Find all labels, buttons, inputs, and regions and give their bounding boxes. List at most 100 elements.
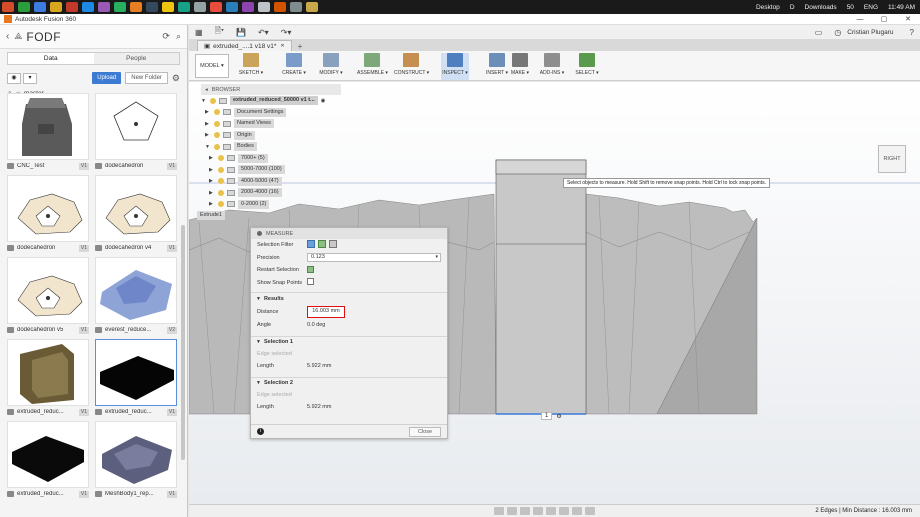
file-thumbnail[interactable] bbox=[7, 93, 89, 160]
snap-points-checkbox[interactable] bbox=[307, 278, 314, 286]
look-at-icon[interactable] bbox=[507, 507, 517, 515]
taskbar-app-icon[interactable] bbox=[146, 2, 158, 12]
version-badge[interactable]: V1 bbox=[166, 490, 177, 498]
help-icon[interactable]: ? bbox=[910, 28, 914, 37]
ribbon-add-ins-button[interactable]: ADD-INS ▾ bbox=[539, 53, 565, 80]
browser-extrude[interactable]: Extrude1 bbox=[197, 210, 341, 222]
fit-icon[interactable] bbox=[546, 507, 556, 515]
section-triangle-icon[interactable]: ▼ bbox=[256, 339, 261, 345]
visibility-bulb-icon[interactable] bbox=[210, 97, 216, 104]
browser-root[interactable]: ▼ extruded_reduced_50000 v1 t... ◉ bbox=[201, 95, 341, 107]
save-icon[interactable]: 💾 bbox=[236, 28, 246, 37]
tab-people[interactable]: People bbox=[93, 53, 179, 64]
zoom-icon[interactable] bbox=[533, 507, 543, 515]
file-thumbnail[interactable] bbox=[95, 339, 177, 406]
file-card[interactable]: dodecahedron v4 V1 bbox=[95, 175, 177, 255]
visibility-bulb-icon[interactable] bbox=[218, 178, 224, 185]
ribbon-insert-button[interactable]: INSERT ▾ bbox=[484, 53, 510, 80]
view-toggle-icon[interactable]: ◉ bbox=[7, 72, 21, 84]
browser-item[interactable]: ▶ Origin bbox=[201, 130, 341, 142]
new-folder-button[interactable]: New Folder bbox=[125, 72, 168, 84]
expand-triangle-icon[interactable]: ▶ bbox=[209, 178, 215, 184]
expand-triangle-icon[interactable]: ▶ bbox=[209, 190, 215, 196]
taskbar-app-icon[interactable] bbox=[98, 2, 110, 12]
file-thumbnail[interactable] bbox=[7, 257, 89, 324]
file-card[interactable]: everest_reduce... V2 bbox=[95, 257, 177, 337]
file-card[interactable]: extruded_reduc... V1 bbox=[7, 339, 89, 419]
data-panel-scrollbar[interactable] bbox=[181, 225, 185, 460]
pan-icon[interactable] bbox=[520, 507, 530, 515]
taskbar-app-icon[interactable] bbox=[306, 2, 318, 12]
taskbar-downloads[interactable]: Downloads bbox=[805, 4, 837, 11]
file-card[interactable]: extruded_reduc... V1 bbox=[7, 421, 89, 501]
visibility-bulb-icon[interactable] bbox=[218, 189, 224, 196]
version-badge[interactable]: V2 bbox=[166, 326, 177, 334]
visibility-bulb-icon[interactable] bbox=[214, 120, 220, 127]
view-dropdown-chevron-icon[interactable]: ▾ bbox=[23, 72, 37, 84]
section-triangle-icon[interactable]: ▼ bbox=[256, 296, 261, 302]
viewcube[interactable]: RIGHT bbox=[878, 145, 906, 173]
expand-triangle-icon[interactable]: ▶ bbox=[209, 167, 215, 173]
taskbar-app-icon[interactable] bbox=[194, 2, 206, 12]
expand-triangle-icon[interactable]: ▶ bbox=[209, 155, 215, 161]
ribbon-select-button[interactable]: SELECT ▾ bbox=[574, 53, 600, 80]
history-icon[interactable]: ◷ bbox=[834, 28, 841, 37]
gear-icon[interactable]: ⚙ bbox=[556, 413, 561, 420]
new-tab-plus-icon[interactable]: + bbox=[298, 42, 303, 51]
expand-triangle-icon[interactable]: ▼ bbox=[205, 144, 211, 150]
version-badge[interactable]: V1 bbox=[166, 408, 177, 416]
gear-icon[interactable]: ⚙ bbox=[172, 73, 180, 84]
version-badge[interactable]: V1 bbox=[166, 244, 177, 252]
taskbar-desktop-letter[interactable]: D bbox=[790, 4, 795, 11]
browser-header[interactable]: ◂ BROWSER bbox=[201, 84, 341, 95]
visibility-bulb-icon[interactable] bbox=[214, 109, 220, 116]
file-card[interactable]: CNC_Test V1 bbox=[7, 93, 89, 173]
expand-triangle-icon[interactable]: ▶ bbox=[205, 109, 211, 115]
search-icon[interactable]: ⌕ bbox=[176, 31, 181, 42]
ribbon-construct-button[interactable]: CONSTRUCT ▾ bbox=[394, 53, 429, 80]
expand-triangle-icon[interactable]: ▶ bbox=[205, 132, 211, 138]
file-thumbnail[interactable] bbox=[7, 175, 89, 242]
extruded-column[interactable] bbox=[495, 159, 587, 415]
target-icon[interactable]: ◉ bbox=[321, 98, 326, 104]
taskbar-app-icon[interactable] bbox=[66, 2, 78, 12]
refresh-icon[interactable]: ⟳ bbox=[162, 31, 170, 42]
version-badge[interactable]: V1 bbox=[78, 326, 89, 334]
ribbon-modify-button[interactable]: MODIFY ▾ bbox=[317, 53, 345, 80]
tab-data[interactable]: Data bbox=[8, 53, 94, 64]
file-card[interactable]: dodecahedron v5 V1 bbox=[7, 257, 89, 337]
file-card[interactable]: extruded_reduc... V1 bbox=[95, 339, 177, 419]
file-thumbnail[interactable] bbox=[7, 421, 89, 488]
file-menu-icon[interactable]: 🗎▾ bbox=[215, 25, 224, 39]
version-badge[interactable]: V1 bbox=[78, 162, 89, 170]
measure-header[interactable]: MEASURE bbox=[251, 228, 447, 239]
visibility-bulb-icon[interactable] bbox=[214, 143, 220, 150]
version-badge[interactable]: V1 bbox=[78, 244, 89, 252]
browser-collapse-icon[interactable]: ◂ bbox=[205, 87, 208, 93]
visibility-bulb-icon[interactable] bbox=[214, 132, 220, 139]
undo-icon[interactable]: ↶▾ bbox=[258, 28, 269, 37]
file-thumbnail[interactable] bbox=[95, 175, 177, 242]
taskbar-language[interactable]: ENG bbox=[864, 4, 878, 11]
section-triangle-icon[interactable]: ▼ bbox=[256, 380, 261, 386]
file-thumbnail[interactable] bbox=[95, 421, 177, 488]
browser-item[interactable]: ▶ 7000+ (5) bbox=[201, 153, 341, 165]
taskbar-desktop[interactable]: Desktop bbox=[756, 4, 780, 11]
browser-item[interactable]: ▶ 4000-5000 (47) bbox=[201, 176, 341, 188]
visibility-bulb-icon[interactable] bbox=[218, 166, 224, 173]
viewports-icon[interactable] bbox=[585, 507, 595, 515]
taskbar-app-icon[interactable] bbox=[242, 2, 254, 12]
close-window-button[interactable]: ✕ bbox=[896, 15, 920, 23]
taskbar-app-icon[interactable] bbox=[130, 2, 142, 12]
visibility-bulb-icon[interactable] bbox=[218, 155, 224, 162]
browser-item[interactable]: ▶ 5000-7000 (100) bbox=[201, 164, 341, 176]
file-card[interactable]: dodecahedron V1 bbox=[95, 93, 177, 173]
version-badge[interactable]: V1 bbox=[78, 408, 89, 416]
filter-face-icon[interactable] bbox=[307, 240, 315, 249]
back-chevron-icon[interactable]: ‹ bbox=[6, 31, 9, 42]
taskbar-app-icon[interactable] bbox=[274, 2, 286, 12]
precision-select[interactable]: 0.123 ▾ bbox=[307, 253, 441, 263]
ribbon-assemble-button[interactable]: ASSEMBLE ▾ bbox=[357, 53, 388, 80]
file-thumbnail[interactable] bbox=[95, 93, 177, 160]
taskbar-app-icon[interactable] bbox=[18, 2, 30, 12]
